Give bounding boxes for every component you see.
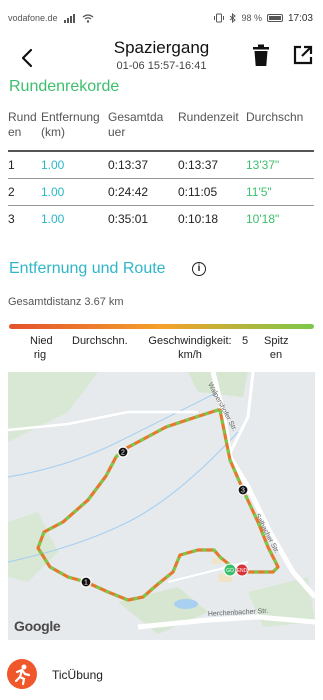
lap-distance: 1.00	[41, 204, 108, 232]
app-name: TicÜbung	[52, 668, 103, 682]
lap-total-time: 0:24:42	[108, 177, 178, 205]
total-distance: Gesamtdistanz 3.67 km	[8, 296, 124, 308]
speed-gradient-bar	[9, 324, 314, 329]
laps-section-title: Rundenrekorde	[9, 78, 120, 95]
page-title: Spaziergang	[113, 38, 210, 57]
wifi-icon	[82, 13, 93, 23]
lap-time: 0:11:05	[178, 177, 246, 205]
vibrate-icon	[214, 13, 225, 23]
lap-total-time: 0:35:01	[108, 204, 178, 232]
app-header: Spaziergang 01-06 15:57-16:41	[0, 36, 323, 78]
carrier-label: vodafone.de	[8, 13, 58, 23]
status-bar: vodafone.de 98 % 17:03	[0, 0, 323, 36]
col-header-lap-time: Rundenzeit	[178, 110, 239, 124]
km-marker: 2	[121, 450, 125, 457]
km-marker: 3	[241, 488, 245, 495]
col-header-distance: Entfernung (km)	[41, 110, 100, 139]
route-section-title: Entfernung und Route	[9, 260, 166, 277]
col-header-lap: Rund en	[8, 110, 37, 139]
col-header-pace: Durchschn	[246, 110, 304, 124]
lap-distance: 1.00	[41, 177, 108, 205]
legend-high: Spitz en	[264, 335, 289, 361]
lap-number: 2	[8, 177, 41, 205]
route-map[interactable]: Walpershofer Str. Salbacher Str. Herchen…	[8, 372, 315, 640]
legend-speed-unit: Geschwindigkeit: km/h	[148, 335, 232, 361]
app-logo-icon	[7, 659, 37, 689]
end-marker: END	[237, 568, 248, 574]
footer-app-row[interactable]: TicÜbung	[0, 650, 323, 700]
lap-time: 0:10:18	[178, 204, 246, 232]
activity-datetime: 01-06 15:57-16:41	[116, 60, 207, 72]
clock: 17:03	[287, 12, 313, 24]
legend-low: Nied rig	[30, 335, 53, 361]
bluetooth-icon	[230, 13, 237, 23]
legend-average: Durchschn.	[72, 335, 128, 347]
signal-icon	[63, 13, 75, 23]
lap-pace: 11'5"	[246, 177, 314, 205]
lap-time: 0:13:37	[178, 150, 246, 178]
km-marker: 1	[84, 580, 88, 587]
share-icon[interactable]	[292, 44, 314, 66]
start-marker: GO	[226, 568, 234, 574]
lap-pace: 10'18"	[246, 204, 314, 232]
table-row: 2 1.00 0:24:42 0:11:05 11'5"	[8, 177, 314, 205]
battery-percent: 98 %	[241, 13, 262, 23]
google-logo: Google	[14, 618, 61, 634]
lap-pace: 13'37"	[246, 150, 314, 178]
lap-distance: 1.00	[41, 150, 108, 178]
lap-number: 1	[8, 150, 41, 178]
trash-icon[interactable]	[250, 44, 272, 68]
battery-icon	[266, 14, 283, 22]
col-header-total-time: Gesamtda uer	[108, 110, 164, 139]
table-row: 3 1.00 0:35:01 0:10:18 10'18"	[8, 204, 314, 232]
map-canvas: Walpershofer Str. Salbacher Str. Herchen…	[8, 372, 315, 640]
lap-total-time: 0:13:37	[108, 150, 178, 178]
legend-speed-value: 5	[242, 335, 249, 347]
info-icon[interactable]: i	[192, 262, 206, 276]
laps-table: Rund en Entfernung (km) Gesamtda uer Run…	[8, 110, 314, 232]
table-row: 1 1.00 0:13:37 0:13:37 13'37"	[8, 150, 314, 178]
lap-number: 3	[8, 204, 41, 232]
